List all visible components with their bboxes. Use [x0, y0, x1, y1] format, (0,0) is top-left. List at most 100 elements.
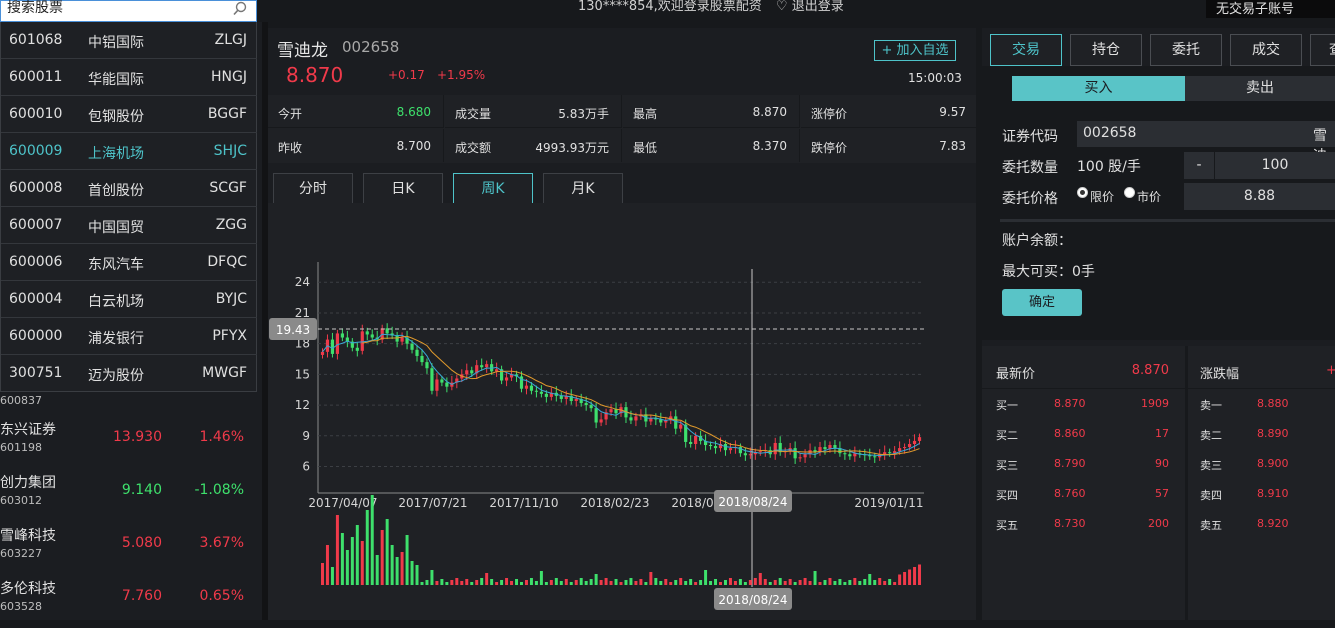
dropdown-item[interactable]: 600011 华能国际 HNGJ	[1, 59, 257, 96]
buy-toggle[interactable]: 买入	[1012, 76, 1185, 101]
stock-code: 002658	[342, 38, 400, 56]
watchlist-row[interactable]: 多伦科技 603528 7.760 0.65%	[0, 575, 262, 628]
item-code: 600010	[9, 106, 63, 122]
quote-label: 昨收	[278, 141, 303, 155]
volume-bar	[723, 580, 727, 585]
market-price-radio[interactable]	[1124, 187, 1135, 198]
y-tick-label: 12	[295, 398, 310, 412]
volume-bar	[569, 582, 573, 585]
dropdown-item[interactable]: 600008 首创股份 SCGF	[1, 170, 257, 207]
book-row[interactable]: 买五 8.730 200 卖五 8.920	[982, 511, 1335, 541]
volume-bar	[664, 579, 668, 585]
ask-label: 卖五	[1200, 519, 1222, 532]
quote-label: 成交额	[455, 141, 492, 155]
search-icon[interactable]	[232, 1, 248, 17]
candle-body	[524, 385, 529, 389]
ask-label: 卖四	[1200, 489, 1222, 502]
ma-line-long	[362, 335, 920, 456]
quote-cell: 跌停价 7.83	[801, 129, 976, 162]
tab-trade[interactable]: 交易	[990, 34, 1062, 66]
quantity-field[interactable]: 100	[1215, 152, 1335, 179]
volume-bar	[385, 519, 389, 585]
volume-bar	[520, 582, 523, 585]
tab-positions[interactable]: 持仓	[1070, 34, 1142, 66]
volume-bar	[375, 555, 379, 585]
volume-bar	[823, 580, 827, 585]
volume-bar	[699, 580, 703, 585]
candle-body	[649, 418, 653, 422]
price-field[interactable]: 8.88	[1184, 183, 1335, 210]
book-row[interactable]: 买三 8.790 90 卖三 8.900	[982, 451, 1335, 481]
dropdown-item[interactable]: 601068 中铝国际 ZLGJ	[1, 22, 257, 59]
quote-label: 成交量	[455, 107, 492, 121]
candle-body	[634, 416, 638, 421]
tab-weekly-k[interactable]: 周K	[453, 173, 533, 203]
watchlist-row[interactable]: 雪峰科技 603227 5.080 3.67%	[0, 522, 262, 575]
item-abbr: BYJC	[215, 291, 247, 307]
book-row[interactable]: 买二 8.860 17 卖二 8.890	[982, 421, 1335, 451]
volume-bar	[803, 578, 807, 585]
form-divider	[1000, 219, 1335, 222]
book-row[interactable]: 买四 8.760 57 卖四 8.910	[982, 481, 1335, 511]
order-book: 最新价 8.870 涨跌幅 + 买一 8.870 1909 卖一 8.880 买二 8.8…	[982, 346, 1335, 620]
bid-volume: 1909	[1141, 397, 1169, 410]
quote-value: 5.83万手	[558, 107, 609, 121]
max-buy-text: 最大可买：	[1002, 264, 1072, 280]
qty-decrement-button[interactable]: -	[1184, 152, 1214, 179]
balance-label: 账户余额：	[1002, 233, 1072, 249]
volume-bar	[400, 552, 404, 585]
tab-monthly-k[interactable]: 月K	[543, 173, 623, 203]
tab-orders[interactable]: 委托	[1150, 34, 1222, 66]
quote-value: 7.83	[939, 139, 966, 153]
dropdown-item[interactable]: 600010 包钢股份 BGGF	[1, 96, 257, 133]
limit-price-radio[interactable]	[1077, 187, 1088, 198]
volume-bar	[793, 582, 797, 585]
tab-daily-k[interactable]: 日K	[363, 173, 443, 203]
add-favorite-button[interactable]: + 加入自选	[874, 40, 956, 61]
watchlist-row[interactable]: 创力集团 603012 9.140 -1.08%	[0, 469, 262, 522]
tab-deals[interactable]: 成交	[1230, 34, 1302, 66]
ask-label: 卖一	[1200, 399, 1222, 412]
item-abbr: DFQC	[207, 254, 247, 270]
sell-toggle[interactable]: 卖出	[1185, 76, 1335, 101]
bid-price: 8.860	[1054, 427, 1086, 440]
volume-bar	[435, 581, 439, 585]
search-input[interactable]	[5, 0, 225, 19]
book-row[interactable]: 买一 8.870 1909 卖一 8.880	[982, 391, 1335, 421]
watchlist-row[interactable]: 东兴证券 601198 13.930 1.46%	[0, 416, 262, 469]
item-name: 首创股份	[88, 183, 144, 199]
kline-chart-area[interactable]: 24 21 18 15 12 9 6 2017/04/07 2017/07/21 2017/11/…	[268, 203, 976, 620]
volume-bar	[848, 580, 852, 585]
volume-bar	[410, 561, 414, 585]
quote-value: 8.370	[752, 139, 787, 153]
logout-link[interactable]: ♡ 退出登录	[776, 0, 844, 14]
volume-bar	[485, 573, 489, 585]
dropdown-item[interactable]: 600007 中国国贸 ZGG	[1, 207, 257, 244]
quote-cell: 今开 8.680	[268, 95, 444, 128]
dropdown-item[interactable]: 600004 白云机场 BYJC	[1, 281, 257, 318]
kline-chart[interactable]: 2421181512962017/04/07 2017/07/21 2017/11/…	[268, 203, 976, 620]
item-abbr: SHJC	[213, 143, 247, 159]
security-code-field[interactable]: 002658 雪迪	[1077, 121, 1335, 164]
volume-bar	[420, 582, 424, 585]
item-name: 中国国贸	[88, 220, 144, 236]
tab-intraday[interactable]: 分时	[273, 173, 353, 203]
confirm-button[interactable]: 确定	[1002, 289, 1082, 316]
candle-body	[694, 435, 698, 444]
dropdown-item-active[interactable]: 600009 上海机场 SHJC	[1, 133, 257, 170]
tab-query[interactable]: 查	[1310, 34, 1335, 66]
volume-bar	[763, 579, 767, 585]
dropdown-item[interactable]: 600006 东风汽车 DFQC	[1, 244, 257, 281]
volume-bar	[853, 578, 857, 585]
search-box[interactable]	[0, 0, 257, 22]
candle-body	[574, 398, 578, 401]
volume-bar	[450, 580, 454, 585]
volume-bar	[594, 574, 598, 585]
account-selector[interactable]: 无交易子账号	[1206, 0, 1335, 18]
volume-bar	[714, 579, 718, 585]
y-tick-label: 9	[302, 429, 310, 443]
item-abbr: BGGF	[207, 106, 247, 122]
dropdown-item[interactable]: 300751 迈为股份 MWGF	[1, 355, 257, 392]
volume-bar	[380, 530, 384, 585]
dropdown-item[interactable]: 600000 浦发银行 PFYX	[1, 318, 257, 355]
